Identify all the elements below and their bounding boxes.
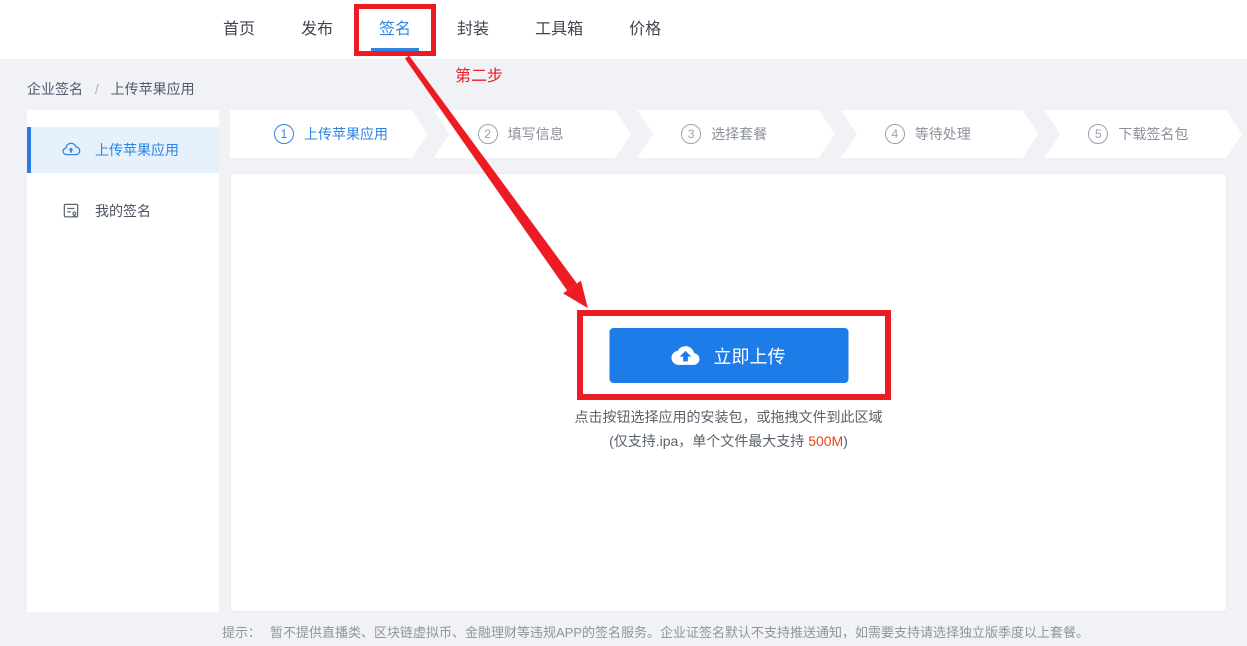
step-label: 选择套餐: [711, 126, 768, 142]
nav-item-price[interactable]: 价格: [629, 0, 661, 60]
hint-suffix: ): [843, 433, 848, 449]
breadcrumb-separator: /: [94, 81, 99, 97]
step-label: 填写信息: [507, 126, 564, 142]
main-nav: 首页 发布 签名 封装 工具箱 价格: [0, 0, 1247, 60]
page: 首页 发布 签名 封装 工具箱 价格 企业签名 / 上传苹果应用 上传苹果应用 …: [0, 0, 1247, 646]
breadcrumb-current: 上传苹果应用: [110, 81, 195, 97]
upload-hint-line1: 点击按钮选择应用的安装包，或拖拽文件到此区域: [574, 409, 883, 425]
sidebar-item-label: 上传苹果应用: [95, 142, 179, 158]
active-item-indicator: [27, 127, 31, 173]
annotation-box-sign-tab: [354, 4, 437, 56]
step-2-fill-info: 2 填写信息: [434, 110, 632, 158]
step-number-badge: 1: [274, 124, 294, 144]
upload-drop-zone[interactable]: 立即上传 点击按钮选择应用的安装包，或拖拽文件到此区域 (仅支持.ipa，单个文…: [230, 173, 1227, 612]
nav-item-publish[interactable]: 发布: [301, 0, 333, 60]
breadcrumb: 企业签名 / 上传苹果应用: [27, 79, 195, 99]
breadcrumb-enterprise-sign[interactable]: 企业签名: [27, 81, 83, 97]
cloud-upload-filled-icon: [671, 345, 700, 366]
nav-item-package[interactable]: 封装: [457, 0, 489, 60]
tip-label: 提示：: [222, 625, 262, 640]
sidebar: 上传苹果应用 我的签名: [27, 110, 219, 612]
upload-button-label: 立即上传: [713, 346, 786, 367]
step-label: 上传苹果应用: [304, 126, 388, 142]
sidebar-item-upload-ios-app[interactable]: 上传苹果应用: [27, 127, 219, 173]
step-3-choose-plan: 3 选择套餐: [637, 110, 835, 158]
sidebar-item-label: 我的签名: [95, 203, 151, 219]
step-number-badge: 2: [478, 124, 498, 144]
upload-hint-line2: (仅支持.ipa，单个文件最大支持 500M): [231, 431, 1226, 451]
step-5-download-package: 5 下载签名包: [1044, 110, 1242, 158]
top-header: 首页 发布 签名 封装 工具箱 价格: [0, 0, 1247, 60]
signature-document-icon: [60, 200, 82, 222]
footer-tip: 提示： 暂不提供直播类、区块链虚拟币、金融理财等违规APP的签名服务。企业证签名默…: [222, 622, 1089, 641]
step-label: 等待处理: [914, 126, 971, 142]
nav-item-toolbox[interactable]: 工具箱: [535, 0, 583, 60]
tip-text: 暂不提供直播类、区块链虚拟币、金融理财等违规APP的签名服务。企业证签名默认不支…: [270, 625, 1090, 640]
max-size-value: 500M: [808, 433, 844, 449]
step-4-wait-processing: 4 等待处理: [841, 110, 1039, 158]
step-1-upload-app: 1 上传苹果应用: [230, 110, 428, 158]
step-number-badge: 5: [1088, 124, 1108, 144]
step-wizard: 1 上传苹果应用 2 填写信息 3 选择套餐 4 等待处理 5 下载签名包: [230, 110, 1242, 158]
upload-now-button[interactable]: 立即上传: [609, 328, 848, 383]
nav-item-home[interactable]: 首页: [223, 0, 255, 60]
step-number-badge: 4: [885, 124, 905, 144]
step-number-badge: 3: [681, 124, 701, 144]
nav-item-sign[interactable]: 签名: [354, 0, 437, 60]
cloud-upload-icon: [60, 139, 82, 161]
sidebar-item-my-signatures[interactable]: 我的签名: [27, 188, 219, 234]
step-label: 下载签名包: [1118, 126, 1189, 142]
hint-prefix: (仅支持.ipa，单个文件最大支持: [609, 433, 809, 449]
annotation-step2-label: 第二步: [455, 68, 504, 85]
